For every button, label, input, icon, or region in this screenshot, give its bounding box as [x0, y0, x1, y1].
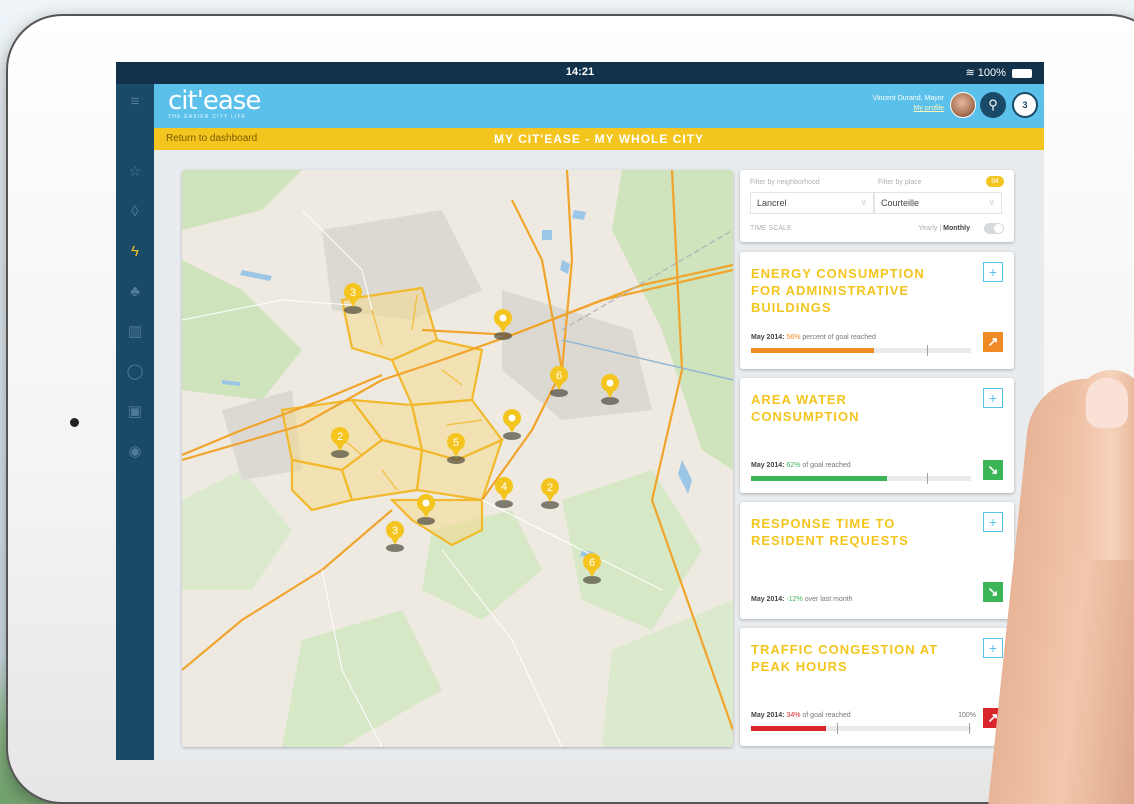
chevron-down-icon: ∨	[988, 197, 995, 207]
thumbnail-image	[1086, 378, 1128, 428]
add-button[interactable]: +	[983, 262, 1003, 282]
svg-text:3: 3	[392, 525, 398, 537]
card-stat: May 2014: 34% of goal reached	[751, 712, 851, 719]
water-drop-icon[interactable]: ◊	[116, 198, 154, 226]
location-pin-icon[interactable]: ◉	[116, 438, 154, 466]
place-value: Courteille	[881, 198, 920, 208]
place-select[interactable]: Courteille ∨	[874, 192, 1002, 214]
progress-fill	[751, 726, 826, 731]
battery-status: ≋ 100%	[966, 66, 1032, 79]
place-filter-label: Filter by place	[878, 179, 922, 186]
trend-up-icon: ↗	[983, 332, 1003, 352]
avatar[interactable]	[950, 92, 976, 118]
trend-down-icon: ↘	[983, 582, 1003, 602]
stat-date: May 2014:	[751, 596, 785, 603]
stat-date: May 2014:	[751, 334, 785, 341]
svg-text:6: 6	[589, 557, 595, 569]
stat-value: 34%	[786, 712, 801, 719]
star-icon[interactable]: ☆	[116, 158, 154, 186]
goal-marker	[927, 345, 928, 356]
svg-text:2: 2	[337, 431, 343, 443]
battery-percent: 100%	[977, 67, 1006, 79]
svg-text:3: 3	[350, 287, 356, 299]
time-scale-selected: Monthly	[943, 225, 970, 232]
card-title: ENERGY CONSUMPTION FOR ADMINISTRATIVE BU…	[751, 266, 925, 315]
svg-text:6: 6	[556, 370, 562, 382]
city-map[interactable]: 3 6 2 5 4 2 3 6	[182, 170, 733, 747]
card-title: TRAFFIC CONGESTION AT PEAK HOURS	[751, 642, 939, 674]
app-screen: 14:21 ≋ 100% ≡ ☆ ◊ ϟ ♣ ▥ ◯ ▣ ◉ cit'ease …	[116, 62, 1044, 760]
stat-label: percent of goal reached	[802, 334, 876, 341]
goal-max-label: 100%	[958, 712, 976, 719]
map-canvas: 3 6 2 5 4 2 3 6	[182, 170, 733, 747]
notifications-button[interactable]: 3	[1012, 92, 1038, 118]
place-count-badge: 34	[986, 176, 1004, 187]
user-name: Vincent Durand, Mayor	[872, 95, 944, 102]
neighborhood-select[interactable]: Lancrel ∨	[750, 192, 874, 214]
stat-label: of goal reached	[802, 712, 851, 719]
profile-link[interactable]: My profile	[873, 104, 944, 114]
shield-icon[interactable]: ◯	[116, 358, 154, 386]
user-info: Vincent Durand, Mayor My profile	[873, 94, 944, 114]
card-stat: May 2014: -12% over last month	[751, 596, 853, 603]
camera-icon	[70, 418, 79, 427]
stat-label: over last month	[804, 596, 853, 603]
water-consumption-card[interactable]: AREA WATER CONSUMPTION + May 2014: 62% o…	[740, 378, 1014, 493]
chevron-down-icon: ∨	[860, 197, 867, 207]
progress-bar	[751, 723, 971, 734]
neighborhood-value: Lancrel	[757, 198, 787, 208]
search-icon: ⚲	[988, 97, 998, 112]
card-stat: May 2014: 62% of goal reached	[751, 462, 851, 469]
stat-value: 56%	[786, 334, 801, 341]
time-scale-prefix: Yearly	[918, 225, 938, 232]
progress-bar	[751, 473, 971, 484]
card-stat: May 2014: 56% percent of goal reached	[751, 334, 876, 341]
progress-bar	[751, 345, 971, 356]
trend-down-icon: ↘	[983, 460, 1003, 480]
filters-panel: Filter by neighborhood Filter by place 3…	[740, 170, 1014, 242]
traffic-congestion-card[interactable]: TRAFFIC CONGESTION AT PEAK HOURS + May 2…	[740, 628, 1014, 746]
building-icon[interactable]: ▥	[116, 318, 154, 346]
stat-value: 62%	[786, 462, 801, 469]
logo-text: cit'ease	[168, 86, 261, 116]
add-button[interactable]: +	[983, 638, 1003, 658]
energy-bolt-icon[interactable]: ϟ	[116, 238, 154, 266]
svg-text:2: 2	[547, 482, 553, 494]
search-button[interactable]: ⚲	[980, 92, 1006, 118]
progress-fill	[751, 348, 875, 353]
neighborhood-filter-label: Filter by neighborhood	[750, 179, 820, 186]
stat-value: -12%	[786, 596, 803, 603]
goal-marker	[837, 723, 838, 734]
add-button[interactable]: +	[983, 388, 1003, 408]
stat-label: of goal reached	[802, 462, 851, 469]
tree-icon[interactable]: ♣	[116, 278, 154, 306]
sidebar-nav: ≡ ☆ ◊ ϟ ♣ ▥ ◯ ▣ ◉	[116, 84, 154, 760]
notification-count: 3	[1022, 100, 1028, 110]
bus-icon[interactable]: ▣	[116, 398, 154, 426]
svg-text:5: 5	[453, 437, 459, 449]
goal-max-marker	[969, 723, 970, 734]
goal-marker	[927, 473, 928, 484]
time-scale-toggle[interactable]	[984, 223, 1004, 234]
progress-fill	[751, 476, 888, 481]
card-title: AREA WATER CONSUMPTION	[751, 392, 860, 424]
stat-date: May 2014:	[751, 462, 785, 469]
app-header: cit'ease THE EASIER CITY LIFE Vincent Du…	[154, 84, 1044, 128]
page-title: MY CIT'EASE - MY WHOLE CITY	[493, 132, 705, 146]
title-bar: Return to dashboard MY CIT'EASE - MY WHO…	[154, 128, 1044, 150]
status-bar: 14:21 ≋ 100%	[116, 62, 1044, 84]
wifi-icon: ≋	[965, 67, 975, 79]
energy-consumption-card[interactable]: ENERGY CONSUMPTION FOR ADMINISTRATIVE BU…	[740, 252, 1014, 369]
response-time-card[interactable]: RESPONSE TIME TO RESIDENT REQUESTS + May…	[740, 502, 1014, 619]
time-scale-value: Yearly | Monthly	[918, 225, 970, 232]
status-time: 14:21	[565, 66, 595, 78]
battery-icon	[1012, 68, 1032, 78]
stat-date: May 2014:	[751, 712, 785, 719]
card-title: RESPONSE TIME TO RESIDENT REQUESTS	[751, 516, 909, 548]
svg-text:4: 4	[501, 481, 507, 493]
menu-icon[interactable]: ≡	[116, 88, 154, 116]
app-logo[interactable]: cit'ease THE EASIER CITY LIFE	[168, 86, 261, 120]
time-scale-label: TIME SCALE	[750, 225, 792, 232]
add-button[interactable]: +	[983, 512, 1003, 532]
